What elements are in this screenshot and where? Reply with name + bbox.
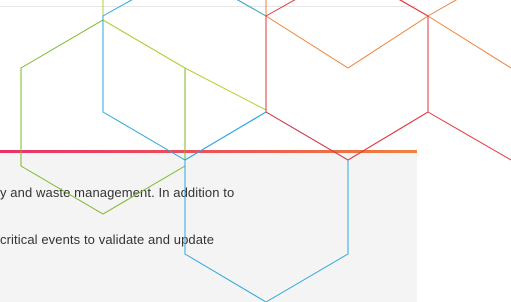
- hexagon-orange-top-edge-icon: [427, 0, 458, 17]
- page-fragment: y and waste management. In addition to c…: [0, 0, 511, 302]
- top-divider: [0, 6, 417, 7]
- hexagon-orange-icon: [265, 0, 429, 69]
- body-text-line-1: y and waste management. In addition to: [0, 185, 235, 200]
- body-text-line-2: critical events to validate and update: [0, 232, 215, 247]
- content-panel: [0, 152, 417, 302]
- hexagon-lime-icon: [102, 0, 267, 111]
- hexagon-blue-icon: [102, 0, 267, 161]
- hexagon-orange-edge-icon: [427, 15, 511, 69]
- hexagon-red-top-edge-icon: [399, 0, 429, 17]
- hexagon-red-edge-icon: [347, 16, 511, 161]
- hexagon-red-icon: [265, 0, 429, 161]
- accent-bar: [0, 150, 417, 153]
